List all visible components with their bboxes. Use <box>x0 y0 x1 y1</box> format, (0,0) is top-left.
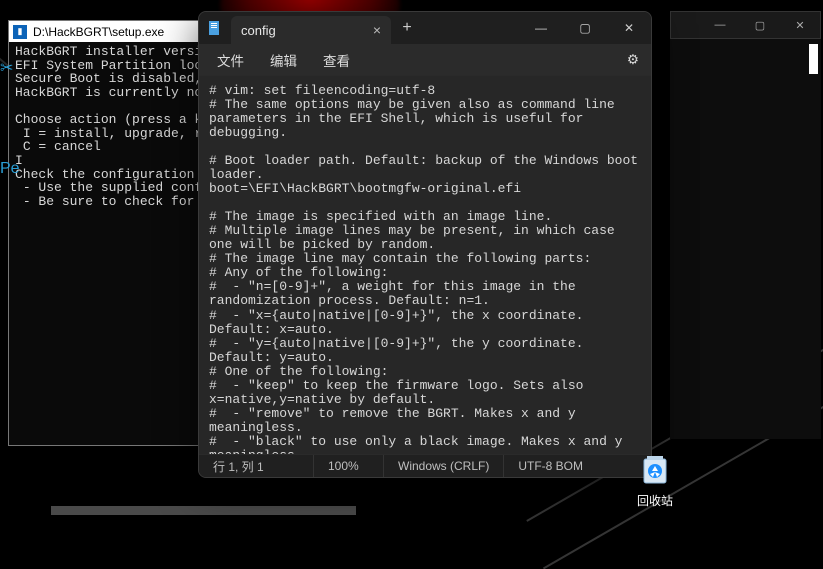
new-tab-button[interactable]: + <box>391 12 423 44</box>
settings-icon[interactable]: ⚙ <box>627 52 639 68</box>
notepad-window: config × + — ▢ ✕ 文件 编辑 查看 ⚙ # vim: set f… <box>198 11 652 478</box>
status-encoding: UTF-8 BOM <box>504 455 597 477</box>
background-window-titlebar: — ▢ ✕ <box>670 11 821 39</box>
notepad-titlebar[interactable]: config × + — ▢ ✕ <box>199 12 651 44</box>
recycle-bin-label: 回收站 <box>625 492 685 509</box>
close-icon[interactable]: ✕ <box>780 12 820 38</box>
menu-edit[interactable]: 编辑 <box>264 46 303 74</box>
notepad-tab[interactable]: config × <box>231 16 391 44</box>
notepad-app-icon <box>199 12 231 44</box>
notepad-menubar: 文件 编辑 查看 ⚙ <box>199 44 651 76</box>
background-window-body <box>670 39 821 439</box>
notepad-editor[interactable]: # vim: set fileencoding=utf-8 # The same… <box>199 76 651 454</box>
close-button[interactable]: ✕ <box>607 12 651 44</box>
tab-close-icon[interactable]: × <box>373 22 381 38</box>
menu-view[interactable]: 查看 <box>317 46 356 74</box>
setup-title: D:\HackBGRT\setup.exe <box>33 25 164 39</box>
minimize-icon[interactable]: — <box>700 12 740 38</box>
background-window-scrollbar[interactable] <box>809 44 818 74</box>
minimize-button[interactable]: — <box>519 12 563 44</box>
status-position: 行 1, 列 1 <box>199 455 314 477</box>
progress-bar-track <box>51 506 356 515</box>
window-controls: — ▢ ✕ <box>519 12 651 44</box>
notepad-statusbar: 行 1, 列 1 100% Windows (CRLF) UTF-8 BOM <box>199 454 651 477</box>
recycle-bin[interactable]: 回收站 <box>625 448 685 509</box>
maximize-icon[interactable]: ▢ <box>740 12 780 38</box>
tab-title: config <box>241 23 276 38</box>
console-icon: ▮ <box>13 25 27 39</box>
snip-handle-top[interactable]: ✂ <box>0 58 13 78</box>
menu-file[interactable]: 文件 <box>211 46 250 74</box>
maximize-button[interactable]: ▢ <box>563 12 607 44</box>
status-zoom: 100% <box>314 455 384 477</box>
snip-handle-bottom: Pe <box>0 160 20 178</box>
status-line-ending: Windows (CRLF) <box>384 455 504 477</box>
recycle-bin-icon <box>635 448 675 488</box>
